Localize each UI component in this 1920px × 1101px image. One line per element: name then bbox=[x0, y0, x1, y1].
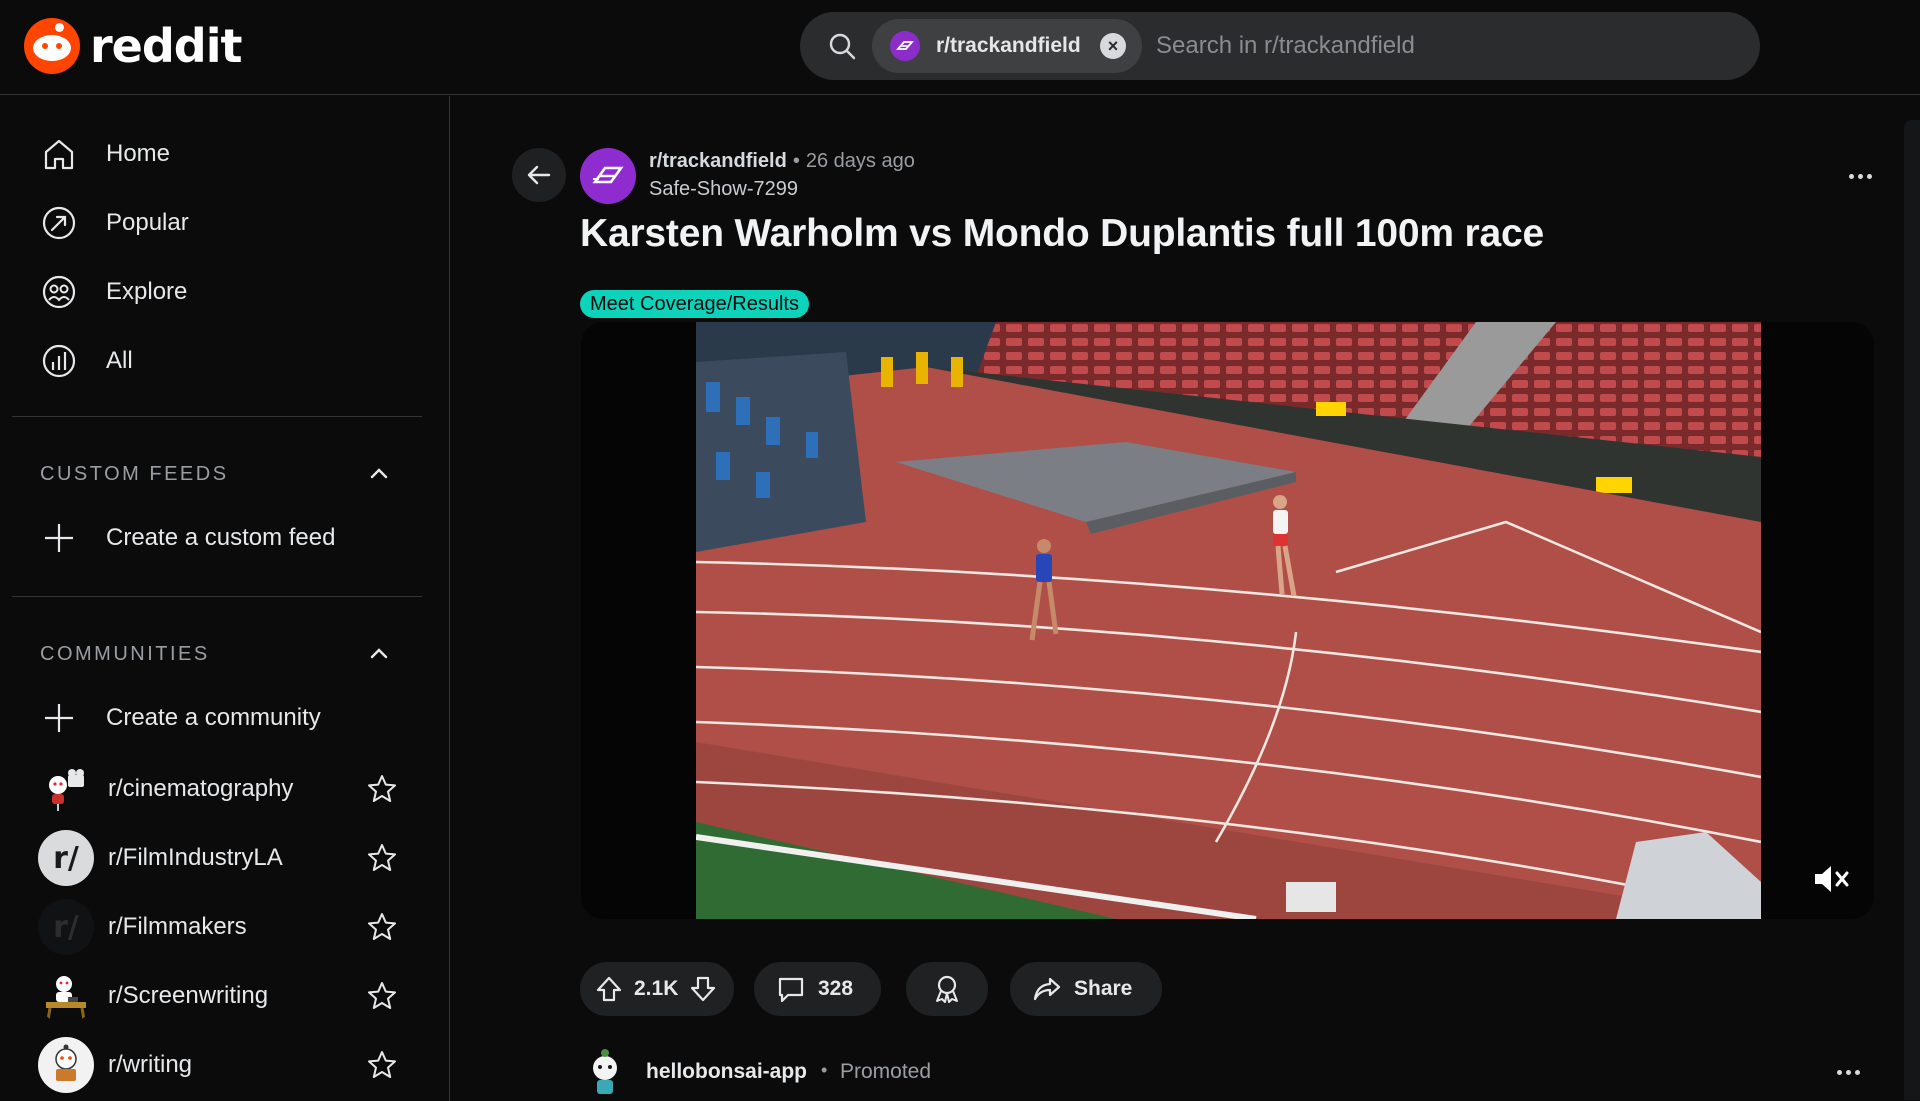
comment-count: 328 bbox=[818, 977, 854, 1000]
sidebar-item-filmindustryla[interactable]: r/ r/FilmIndustryLA bbox=[38, 828, 398, 888]
mute-icon[interactable] bbox=[1812, 861, 1852, 897]
top-bar: reddit r/trackandfield × bbox=[0, 0, 1920, 95]
snoo-logo-icon bbox=[24, 18, 80, 74]
filmmakers-avatar: r/ bbox=[38, 899, 94, 955]
sidebar-item-label: Explore bbox=[106, 278, 188, 305]
sidebar-item-explore[interactable]: Explore bbox=[40, 264, 420, 320]
cinematography-avatar bbox=[38, 761, 94, 817]
section-title: CUSTOM FEEDS bbox=[40, 462, 229, 485]
sidebar-item-writing[interactable]: r/writing bbox=[38, 1035, 398, 1095]
share-button[interactable]: Share bbox=[1010, 962, 1162, 1016]
video-frame bbox=[696, 322, 1761, 919]
sidebar-item-label: Popular bbox=[106, 209, 189, 236]
sidebar-item-all[interactable]: All bbox=[40, 333, 420, 389]
vote-count: 2.1K bbox=[634, 977, 679, 1000]
communities-header[interactable]: COMMUNITIES bbox=[40, 634, 390, 674]
writing-avatar bbox=[38, 1037, 94, 1093]
sidebar-divider bbox=[12, 596, 422, 597]
post-meta: r/trackandfield • 26 days ago bbox=[649, 150, 915, 173]
reddit-logo[interactable]: reddit bbox=[24, 18, 242, 74]
search-scope-chip[interactable]: r/trackandfield × bbox=[872, 19, 1142, 73]
downvote-icon[interactable] bbox=[688, 974, 718, 1004]
hellobonsai-avatar bbox=[593, 1049, 617, 1094]
star-icon[interactable] bbox=[366, 980, 398, 1012]
community-label: r/Screenwriting bbox=[108, 982, 269, 1009]
share-icon bbox=[1033, 977, 1061, 1001]
create-custom-feed-label: Create a custom feed bbox=[106, 524, 336, 551]
advertiser-name[interactable]: hellobonsai-app bbox=[646, 1060, 807, 1084]
star-icon[interactable] bbox=[366, 773, 398, 805]
all-icon bbox=[42, 344, 76, 378]
sidebar-item-screenwriting[interactable]: r/Screenwriting bbox=[38, 966, 398, 1026]
vote-control: 2.1K bbox=[580, 962, 734, 1016]
meta-separator: • bbox=[792, 150, 800, 172]
share-label: Share bbox=[1074, 977, 1133, 1000]
clear-scope-close-icon[interactable]: × bbox=[1100, 33, 1126, 59]
community-label: r/Filmmakers bbox=[108, 913, 247, 940]
search-icon bbox=[829, 33, 856, 60]
plus-icon bbox=[45, 704, 73, 732]
promoted-post[interactable]: hellobonsai-app • Promoted bbox=[580, 1040, 1880, 1100]
back-button[interactable] bbox=[512, 148, 566, 202]
meta-separator: • bbox=[821, 1060, 828, 1080]
explore-icon bbox=[42, 275, 76, 309]
home-icon bbox=[44, 139, 74, 170]
video-player[interactable] bbox=[581, 322, 1874, 919]
post-author[interactable]: Safe-Show-7299 bbox=[649, 178, 798, 201]
brand-name: reddit bbox=[90, 19, 242, 73]
chevron-up-icon bbox=[370, 648, 388, 659]
custom-feeds-header[interactable]: CUSTOM FEEDS bbox=[40, 454, 390, 494]
search-scope-label: r/trackandfield bbox=[936, 34, 1081, 57]
star-icon[interactable] bbox=[366, 842, 398, 874]
post-options-icon[interactable] bbox=[1842, 160, 1878, 192]
upvote-icon[interactable] bbox=[594, 974, 624, 1004]
award-button[interactable] bbox=[906, 962, 988, 1016]
left-sidebar: Home Popular Explore All CUSTOM FEEDS Cr… bbox=[0, 96, 450, 1101]
section-title: COMMUNITIES bbox=[40, 642, 210, 665]
community-label: r/writing bbox=[108, 1051, 193, 1078]
star-icon[interactable] bbox=[366, 1049, 398, 1081]
award-icon bbox=[936, 975, 958, 1003]
create-custom-feed-button[interactable]: Create a custom feed bbox=[40, 510, 420, 566]
post-timestamp: 26 days ago bbox=[805, 150, 915, 172]
community-label: r/FilmIndustryLA bbox=[108, 844, 283, 871]
create-community-label: Create a community bbox=[106, 704, 321, 731]
popular-icon bbox=[42, 206, 76, 240]
promoted-label: Promoted bbox=[840, 1060, 932, 1083]
right-panel-edge bbox=[1904, 120, 1920, 1100]
trackandfield-community-icon bbox=[890, 31, 920, 61]
sidebar-item-home[interactable]: Home bbox=[40, 126, 420, 182]
search-bar[interactable]: r/trackandfield × bbox=[800, 12, 1760, 80]
sidebar-item-popular[interactable]: Popular bbox=[40, 195, 420, 251]
create-community-button[interactable]: Create a community bbox=[40, 690, 420, 746]
sidebar-item-cinematography[interactable]: r/cinematography bbox=[38, 759, 398, 819]
sidebar-item-label: Home bbox=[106, 140, 171, 167]
trackandfield-avatar[interactable] bbox=[580, 148, 636, 204]
chevron-up-icon bbox=[370, 468, 388, 479]
plus-icon bbox=[45, 524, 73, 552]
post-flair[interactable]: Meet Coverage/Results bbox=[580, 290, 809, 318]
post-title: Karsten Warholm vs Mondo Duplantis full … bbox=[580, 212, 1544, 255]
arrow-left-icon bbox=[527, 165, 551, 185]
comment-icon bbox=[778, 977, 804, 1003]
screenwriting-avatar bbox=[38, 968, 94, 1024]
promo-options-icon[interactable] bbox=[1830, 1062, 1866, 1082]
sidebar-divider bbox=[12, 416, 422, 417]
subreddit-link[interactable]: r/trackandfield bbox=[649, 150, 787, 172]
star-icon[interactable] bbox=[366, 911, 398, 943]
community-label: r/cinematography bbox=[108, 775, 294, 802]
comments-button[interactable]: 328 bbox=[754, 962, 881, 1016]
sidebar-item-filmmakers[interactable]: r/ r/Filmmakers bbox=[38, 897, 398, 957]
search-input[interactable] bbox=[1156, 22, 1736, 70]
sidebar-item-label: All bbox=[106, 347, 133, 374]
filmindustryla-avatar: r/ bbox=[38, 830, 94, 886]
